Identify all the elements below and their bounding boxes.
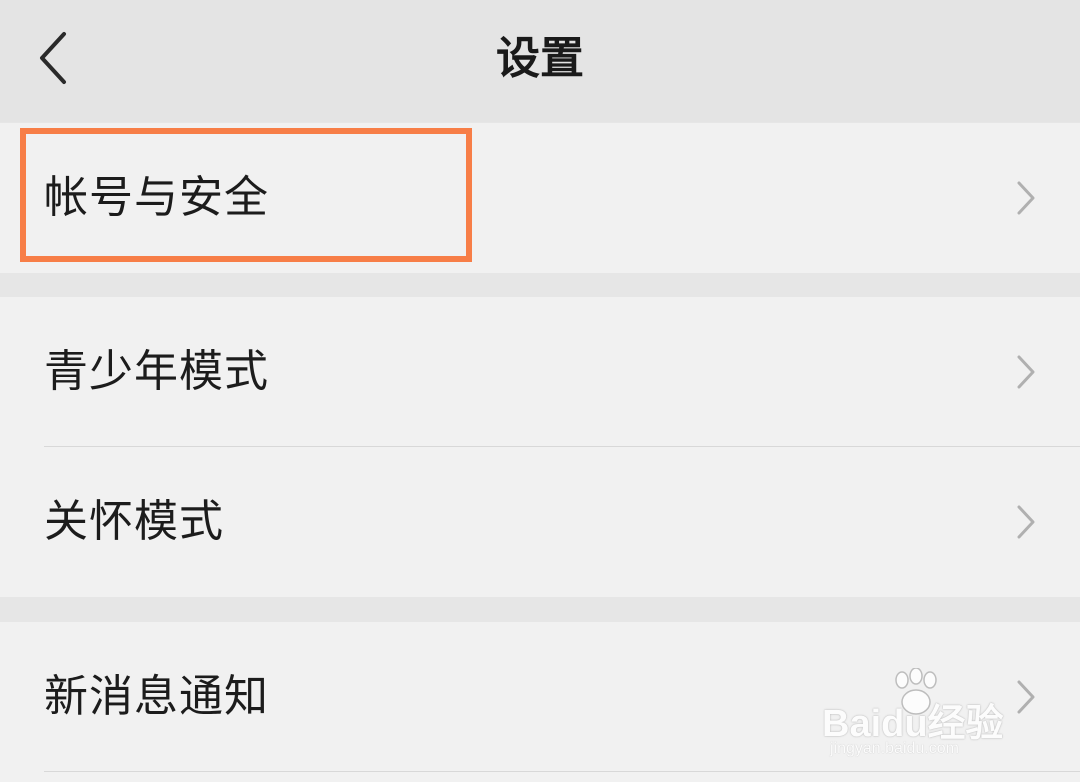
baidu-watermark: Baidu经验 jingyan.baidu.com <box>822 668 1022 758</box>
settings-row-care-mode[interactable]: 关怀模式 <box>0 447 1080 597</box>
nav-bar: 设置 <box>0 0 1080 122</box>
watermark-brand: Baidu经验 <box>822 703 1004 745</box>
settings-group-modes: 青少年模式 关怀模式 <box>0 297 1080 597</box>
chevron-right-icon <box>1017 181 1035 215</box>
chevron-right-icon <box>1017 505 1035 539</box>
chevron-right-icon <box>1017 355 1035 389</box>
row-divider <box>44 771 1080 772</box>
settings-row-label: 关怀模式 <box>44 496 224 547</box>
settings-screen: 设置 帐号与安全 青少年模式 关怀模式 新消息通知 Baidu经验 jingya… <box>0 0 1080 782</box>
settings-row-teen-mode[interactable]: 青少年模式 <box>0 297 1080 447</box>
settings-group-account: 帐号与安全 <box>0 123 1080 273</box>
settings-row-label: 帐号与安全 <box>44 172 269 223</box>
settings-row-label: 新消息通知 <box>44 671 269 722</box>
page-title: 设置 <box>496 33 584 84</box>
settings-row-label: 青少年模式 <box>44 346 269 397</box>
watermark-url: jingyan.baidu.com <box>830 740 959 757</box>
settings-row-account-security[interactable]: 帐号与安全 <box>0 123 1080 273</box>
